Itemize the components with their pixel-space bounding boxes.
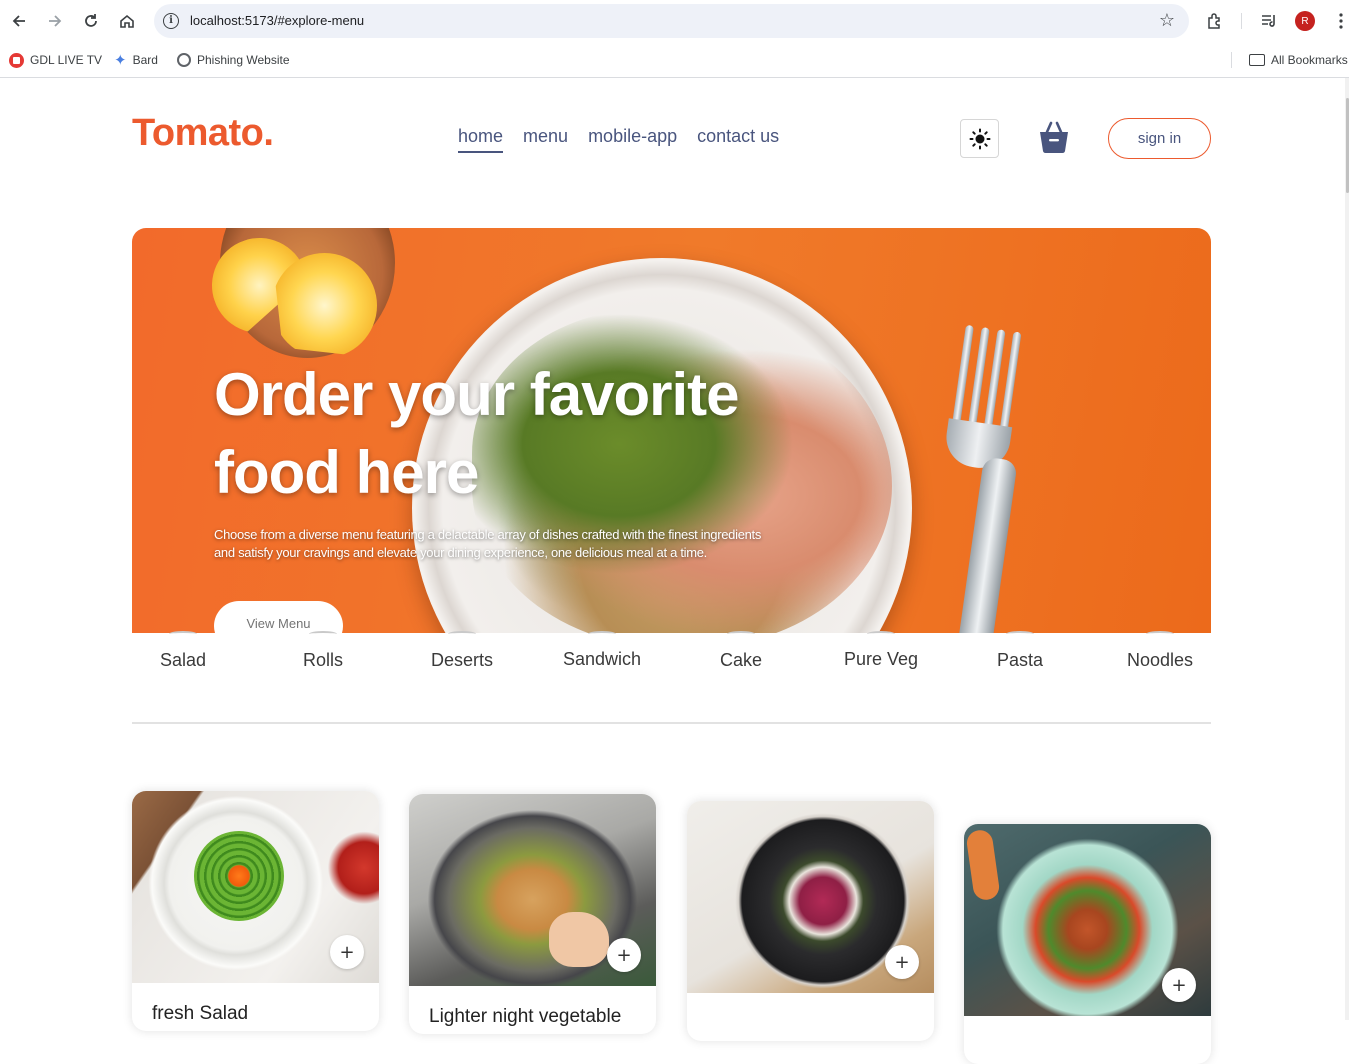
category-sandwich[interactable]: Sandwich	[563, 649, 641, 670]
category-image-edge	[867, 631, 895, 637]
food-image-clover-salad: +	[687, 801, 934, 993]
extensions-icon[interactable]	[1204, 10, 1226, 32]
hero-banner: Order your favorite food here Choose fro…	[132, 228, 1211, 633]
bookmark-gdl-live-tv[interactable]: GDL LIVE TV	[9, 51, 102, 69]
category-image-edge	[727, 631, 755, 637]
all-bookmarks[interactable]: All Bookmarks	[1249, 51, 1348, 69]
bookmark-label: Phishing Website	[197, 53, 290, 67]
folder-icon	[1249, 54, 1265, 66]
category-noodles[interactable]: Noodles	[1127, 650, 1193, 671]
explore-menu-categories: Salad Rolls Deserts Sandwich Cake Pure V…	[132, 631, 1211, 693]
category-image-edge	[309, 631, 337, 637]
lemon-slice-image	[272, 253, 377, 358]
category-image-edge	[1146, 631, 1174, 637]
food-image-salad: +	[132, 791, 379, 983]
hero-title-line-2: food here	[214, 439, 479, 506]
category-image-edge	[1006, 631, 1034, 637]
add-to-cart-icon[interactable]: +	[330, 935, 364, 969]
food-card[interactable]: + fresh Salad	[132, 791, 379, 1031]
food-image-detail	[194, 831, 284, 921]
hero-title: Order your favorite food here	[214, 356, 834, 512]
bookmark-star-icon[interactable]: ☆	[1159, 10, 1175, 31]
category-deserts[interactable]: Deserts	[431, 650, 493, 671]
food-card[interactable]: + Lighter night vegetable	[409, 794, 656, 1034]
category-rolls[interactable]: Rolls	[303, 650, 343, 671]
add-to-cart-icon[interactable]: +	[1162, 968, 1196, 1002]
food-card[interactable]: +	[687, 801, 934, 1041]
bookmark-label: Bard	[132, 53, 158, 67]
bookmark-phishing-website[interactable]: Phishing Website	[177, 51, 290, 69]
reload-icon[interactable]	[79, 9, 103, 33]
nav-home[interactable]: home	[458, 126, 504, 153]
add-to-cart-icon[interactable]: +	[885, 945, 919, 979]
profile-avatar[interactable]: R	[1295, 11, 1315, 31]
food-image-chicken-salad: +	[964, 824, 1211, 1016]
category-image-edge	[169, 631, 197, 637]
nav-menu[interactable]: menu	[523, 126, 568, 153]
category-cake[interactable]: Cake	[720, 650, 762, 671]
section-divider	[132, 722, 1211, 724]
sun-icon	[969, 128, 990, 149]
media-control-icon[interactable]	[1258, 10, 1280, 32]
nav-contact-us[interactable]: contact us	[697, 126, 779, 153]
food-name: fresh Salad	[152, 1003, 249, 1024]
chrome-menu-icon[interactable]	[1330, 10, 1349, 32]
forward-icon[interactable]	[43, 9, 67, 33]
category-salad[interactable]: Salad	[160, 650, 206, 671]
bard-sparkle-icon: ✦	[114, 51, 127, 69]
category-image-edge	[588, 631, 616, 637]
bookmarks-divider	[1231, 52, 1232, 68]
address-bar[interactable]: i localhost:5173/#explore-menu ☆	[154, 4, 1189, 38]
url-text[interactable]: localhost:5173/#explore-menu	[190, 13, 364, 28]
category-pure-veg[interactable]: Pure Veg	[844, 649, 918, 670]
food-card[interactable]: +	[964, 824, 1211, 1064]
category-pasta[interactable]: Pasta	[997, 650, 1043, 671]
fork-handle-image	[956, 456, 1018, 633]
home-icon[interactable]	[115, 9, 139, 33]
theme-toggle-button[interactable]	[960, 119, 999, 158]
basket-icon[interactable]	[1038, 120, 1070, 154]
food-image-detail	[965, 828, 1001, 902]
toolbar-divider	[1241, 13, 1242, 29]
hero-title-line-1: Order your favorite	[214, 361, 739, 428]
site-info-icon[interactable]: i	[163, 13, 179, 29]
bookmark-label: GDL LIVE TV	[30, 53, 103, 67]
site-logo[interactable]: Tomato.	[132, 112, 274, 155]
bookmark-bard[interactable]: ✦ Bard	[114, 51, 158, 69]
bookmarks-bar: GDL LIVE TV ✦ Bard Phishing Website All …	[0, 42, 1349, 78]
youtube-icon	[9, 52, 24, 68]
browser-toolbar: i localhost:5173/#explore-menu ☆ R	[0, 0, 1349, 42]
all-bookmarks-label: All Bookmarks	[1271, 53, 1348, 67]
food-image-detail	[549, 912, 609, 967]
food-image-veg-salad: +	[409, 794, 656, 986]
scrollbar-track[interactable]	[1345, 78, 1349, 1020]
food-name: Lighter night vegetable	[429, 1006, 622, 1027]
sign-in-button[interactable]: sign in	[1108, 118, 1211, 159]
back-icon[interactable]	[7, 9, 31, 33]
site-nav: home menu mobile-app contact us	[458, 126, 779, 153]
fork-image	[942, 324, 1026, 472]
hero-description: Choose from a diverse menu featuring a d…	[214, 527, 762, 560]
nav-mobile-app[interactable]: mobile-app	[588, 126, 677, 153]
view-menu-button[interactable]: View Menu	[214, 601, 343, 633]
category-image-edge	[448, 631, 476, 637]
add-to-cart-icon[interactable]: +	[607, 938, 641, 972]
globe-icon	[177, 53, 191, 67]
